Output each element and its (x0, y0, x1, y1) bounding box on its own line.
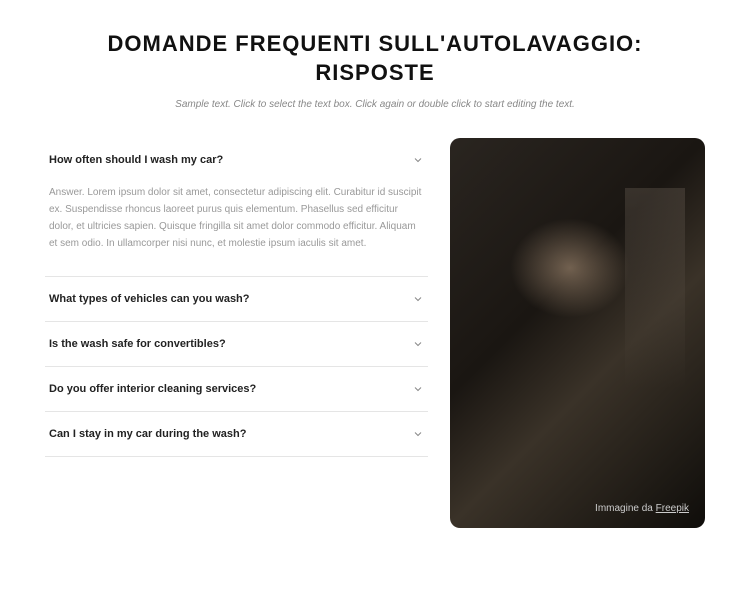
accordion-item: Can I stay in my car during the wash? (45, 412, 428, 457)
accordion-question: Can I stay in my car during the wash? (49, 428, 246, 440)
chevron-down-icon (412, 428, 424, 440)
faq-image: Immagine da Freepik (450, 138, 705, 528)
accordion-header[interactable]: Can I stay in my car during the wash? (45, 412, 428, 456)
accordion-header[interactable]: What types of vehicles can you wash? (45, 277, 428, 321)
accordion-question: Do you offer interior cleaning services? (49, 383, 256, 395)
page-title[interactable]: DOMANDE FREQUENTI SULL'AUTOLAVAGGIO: RIS… (45, 30, 705, 87)
accordion-answer: Answer. Lorem ipsum dolor sit amet, cons… (45, 182, 428, 276)
content-row: How often should I wash my car? Answer. … (45, 138, 705, 528)
image-source-link[interactable]: Freepik (656, 503, 689, 514)
accordion-header[interactable]: Do you offer interior cleaning services? (45, 367, 428, 411)
accordion-item: What types of vehicles can you wash? (45, 277, 428, 322)
accordion-question: How often should I wash my car? (49, 154, 223, 166)
faq-accordion: How often should I wash my car? Answer. … (45, 138, 428, 528)
accordion-item: Is the wash safe for convertibles? (45, 322, 428, 367)
accordion-header[interactable]: How often should I wash my car? (45, 138, 428, 182)
accordion-question: Is the wash safe for convertibles? (49, 338, 226, 350)
accordion-item: Do you offer interior cleaning services? (45, 367, 428, 412)
chevron-down-icon (412, 293, 424, 305)
chevron-down-icon (412, 383, 424, 395)
accordion-item: How often should I wash my car? Answer. … (45, 138, 428, 277)
page-subtitle[interactable]: Sample text. Click to select the text bo… (45, 99, 705, 110)
image-caption: Immagine da Freepik (595, 503, 689, 514)
accordion-question: What types of vehicles can you wash? (49, 293, 250, 305)
accordion-header[interactable]: Is the wash safe for convertibles? (45, 322, 428, 366)
chevron-down-icon (412, 338, 424, 350)
header: DOMANDE FREQUENTI SULL'AUTOLAVAGGIO: RIS… (45, 30, 705, 110)
caption-prefix: Immagine da (595, 503, 656, 514)
chevron-down-icon (412, 154, 424, 166)
